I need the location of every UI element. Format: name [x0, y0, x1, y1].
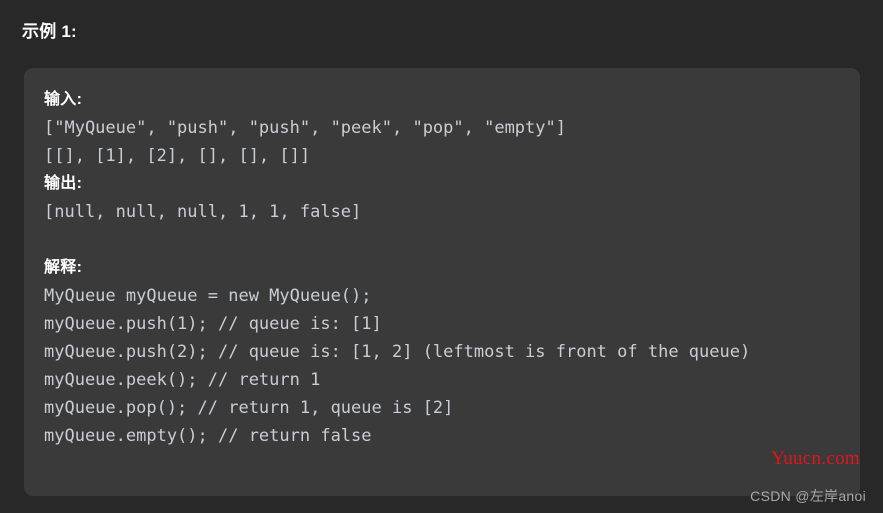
watermark-site: Yuucn.com: [771, 448, 860, 469]
code-section-label: 输出:: [44, 175, 83, 192]
code-block-card: 输入: ["MyQueue", "push", "push", "peek", "…: [24, 68, 860, 496]
code-line: myQueue.peek(); // return 1: [44, 370, 321, 390]
code-section-label: 解释:: [44, 259, 83, 276]
watermark-author: CSDN @左岸anoi: [750, 488, 866, 504]
code-line: myQueue.pop(); // return 1, queue is [2]: [44, 398, 454, 418]
code-line: myQueue.push(1); // queue is: [1]: [44, 314, 382, 334]
code-line: ["MyQueue", "push", "push", "peek", "pop…: [44, 118, 566, 138]
code-line: myQueue.push(2); // queue is: [1, 2] (le…: [44, 342, 751, 362]
code-line: [null, null, null, 1, 1, false]: [44, 202, 362, 222]
code-block-content: 输入: ["MyQueue", "push", "push", "peek", "…: [44, 86, 846, 450]
example-panel: 示例 1: 输入: ["MyQueue", "push", "push", "pe…: [0, 0, 883, 513]
code-line: MyQueue myQueue = new MyQueue();: [44, 286, 372, 306]
code-section-label: 输入:: [44, 91, 83, 108]
code-line: [[], [1], [2], [], [], []]: [44, 146, 311, 166]
page-title: 示例 1:: [22, 22, 77, 41]
code-line: myQueue.empty(); // return false: [44, 426, 372, 446]
